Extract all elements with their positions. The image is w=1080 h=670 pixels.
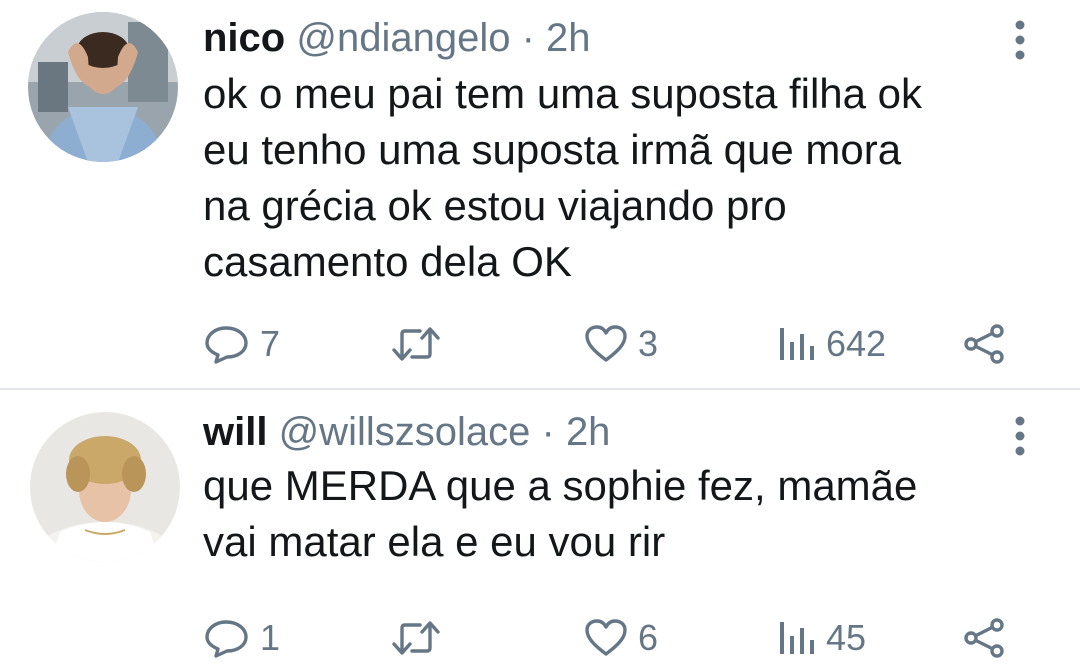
heart-icon [585, 619, 627, 656]
retweet-icon [392, 621, 440, 655]
tweet-actions: 1 6 45 [0, 610, 1080, 666]
like-button[interactable]: 6 [584, 610, 658, 666]
user-handle[interactable]: @ndiangelo [296, 16, 510, 60]
share-icon [964, 618, 1004, 658]
share-icon [964, 324, 1004, 364]
share-button[interactable] [962, 316, 1008, 372]
views-icon [780, 328, 814, 360]
share-button[interactable] [962, 610, 1008, 666]
views-button[interactable]: 45 [776, 610, 866, 666]
views-button[interactable]: 642 [776, 316, 886, 372]
retweet-icon [392, 327, 440, 361]
timestamp[interactable]: 2h [546, 16, 591, 60]
user-handle[interactable]: @willszsolace [279, 410, 531, 454]
retweet-button[interactable] [390, 610, 452, 666]
reply-count: 7 [260, 323, 281, 364]
tweet-text: que MERDA que a sophie fez, mamãe vai ma… [203, 462, 918, 565]
tweet[interactable]: will @willszsolace · 2h que MERDA que a … [0, 390, 1080, 670]
reply-button[interactable]: 7 [204, 316, 280, 372]
more-vertical-icon[interactable] [1008, 18, 1032, 62]
separator: · [521, 16, 535, 60]
avatar[interactable] [28, 12, 178, 162]
display-name[interactable]: nico [203, 16, 285, 60]
reply-count: 1 [260, 617, 281, 658]
reply-button[interactable]: 1 [204, 610, 280, 666]
tweet-header: nico @ndiangelo · 2h [203, 14, 591, 62]
tweet[interactable]: nico @ndiangelo · 2h ok o meu pai tem um… [0, 0, 1080, 388]
timestamp[interactable]: 2h [566, 410, 611, 454]
like-count: 3 [638, 323, 659, 364]
retweet-button[interactable] [390, 316, 452, 372]
tweet-actions: 7 3 642 [0, 316, 1080, 372]
like-count: 6 [638, 617, 659, 658]
display-name[interactable]: will [203, 410, 267, 454]
views-count: 45 [826, 617, 867, 658]
like-button[interactable]: 3 [584, 316, 658, 372]
heart-icon [585, 325, 627, 362]
more-vertical-icon[interactable] [1008, 414, 1032, 458]
reply-icon [205, 620, 248, 658]
tweet-header: will @willszsolace · 2h [203, 408, 610, 456]
separator: · [541, 410, 555, 454]
timeline-feed: nico @ndiangelo · 2h ok o meu pai tem um… [0, 0, 1080, 670]
views-icon [780, 622, 814, 654]
tweet-text: ok o meu pai tem uma suposta filha ok eu… [203, 70, 923, 285]
reply-icon [205, 326, 248, 364]
avatar[interactable] [30, 412, 180, 562]
views-count: 642 [826, 323, 887, 364]
